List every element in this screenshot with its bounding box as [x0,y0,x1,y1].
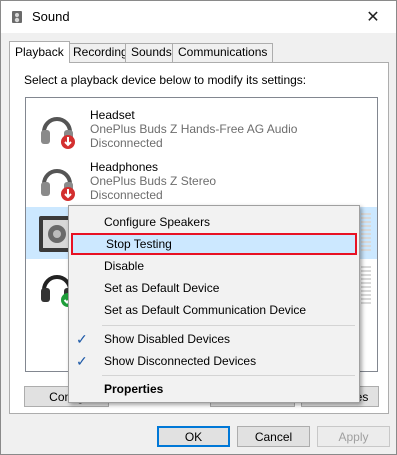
menu-item-label: Show Disabled Devices [104,332,231,346]
device-name: Headset [90,108,135,122]
device-status: Disconnected [90,136,163,150]
level-meter [361,266,371,306]
device-status: Disconnected [90,188,163,202]
device-item-headphones[interactable]: Headphones OnePlus Buds Z Stereo Disconn… [26,154,377,206]
menu-separator [102,325,355,326]
menu-item-show-disconnected-devices[interactable]: ✓ Show Disconnected Devices [71,350,357,372]
device-description: OnePlus Buds Z Hands-Free AG Audio [90,122,298,136]
menu-item-show-disabled-devices[interactable]: ✓ Show Disabled Devices [71,328,357,350]
menu-item-disable[interactable]: Disable [71,255,357,277]
window-title: Sound [32,9,70,24]
apply-button[interactable]: Apply [317,426,390,447]
tab-recording[interactable]: Recording [67,43,134,62]
check-icon: ✓ [76,353,88,369]
device-description: OnePlus Buds Z Stereo [90,174,217,188]
speaker-app-icon [12,11,22,23]
instruction-text: Select a playback device below to modify… [24,73,307,87]
cancel-button[interactable]: Cancel [237,426,310,447]
context-menu: Configure Speakers Stop Testing Disable … [68,205,360,403]
ok-button[interactable]: OK [157,426,230,447]
menu-item-stop-testing[interactable]: Stop Testing [71,233,357,255]
level-meter [361,213,371,253]
tab-playback[interactable]: Playback [9,41,70,63]
menu-separator [102,375,355,376]
menu-item-configure-speakers[interactable]: Configure Speakers [71,211,357,233]
sound-dialog: Sound ✕ Playback Recording Sounds Commun… [0,0,397,455]
menu-item-label: Show Disconnected Devices [104,354,257,368]
menu-item-set-default-communication-device[interactable]: Set as Default Communication Device [71,299,357,321]
tab-sounds[interactable]: Sounds [125,43,178,62]
device-item-headset[interactable]: Headset OnePlus Buds Z Hands-Free AG Aud… [26,102,377,154]
check-icon: ✓ [76,331,88,347]
close-button[interactable]: ✕ [350,1,396,33]
headset-icon [41,117,75,149]
tab-communications[interactable]: Communications [172,43,274,62]
title-bar: Sound ✕ [1,1,396,33]
menu-item-properties[interactable]: Properties [71,378,357,400]
close-icon: ✕ [366,9,380,26]
menu-item-set-default-device[interactable]: Set as Default Device [71,277,357,299]
headphones-icon [41,169,75,201]
device-name: Headphones [90,160,159,174]
